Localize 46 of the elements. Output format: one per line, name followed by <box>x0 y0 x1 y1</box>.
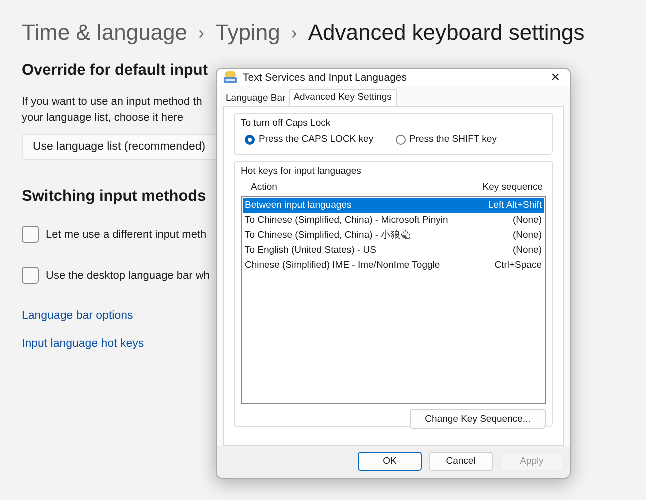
breadcrumb-separator: › <box>198 22 205 44</box>
breadcrumb-item[interactable]: Typing <box>216 20 280 46</box>
action-text: To English (United States) - US <box>245 245 376 256</box>
change-key-sequence-button[interactable]: Change Key Sequence... <box>410 409 546 429</box>
column-header: Key sequence <box>482 182 543 193</box>
breadcrumb-item: Advanced keyboard settings <box>308 20 585 46</box>
key-sequence-text: (None) <box>512 215 542 226</box>
dialog-button[interactable]: OK <box>358 452 422 471</box>
action-text: Chinese (Simplified) IME - Ime/NonIme Toggle <box>245 260 440 271</box>
key-sequence-text: (None) <box>512 245 542 256</box>
settings-link[interactable]: Input language hot keys <box>22 338 144 350</box>
key-sequence-text: Ctrl+Space <box>494 260 542 271</box>
radio-label: Press the CAPS LOCK key <box>259 134 374 145</box>
key-sequence-text: Left Alt+Shift <box>488 200 542 211</box>
section-heading: Override for default input <box>22 62 210 80</box>
tab[interactable]: Advanced Key Settings <box>288 89 397 106</box>
breadcrumb-separator: › <box>291 22 298 44</box>
window-title: Text Services and Input Languages <box>243 72 408 84</box>
group-label: To turn off Caps Lock <box>241 118 332 129</box>
hotkey-row[interactable]: To English (United States) - US (None) <box>243 243 544 258</box>
hotkey-row[interactable]: Chinese (Simplified) IME - Ime/NonIme Toggle Ctrl+Space <box>243 258 544 273</box>
dialog-button[interactable]: Cancel <box>429 452 493 471</box>
breadcrumb-item[interactable]: Time & language <box>22 20 188 46</box>
action-text: To Chinese (Simplified, China) - Microsoft Pinyin <box>245 215 448 226</box>
tab[interactable]: Language Bar <box>223 91 289 106</box>
action-text: To Chinese (Simplified, China) - 小狼毫 <box>245 230 412 241</box>
hotkey-row[interactable]: Between input languages Left Alt+Shift <box>243 198 544 213</box>
action-text: Between input languages <box>245 200 352 211</box>
description-text: If you want to use an input method th <box>22 95 204 110</box>
checkbox-label: Let me use a different input meth <box>46 228 207 240</box>
close-button[interactable]: × <box>547 69 564 86</box>
column-header: Action <box>251 182 278 193</box>
radio-button[interactable] <box>396 134 406 144</box>
key-sequence-text: (None) <box>512 230 542 241</box>
checkbox[interactable] <box>22 267 39 284</box>
radio-label: Press the SHIFT key <box>410 134 497 145</box>
description-text: your language list, choose it here <box>22 111 184 126</box>
checkbox-label: Use the desktop language bar wh <box>46 270 210 282</box>
hotkey-row[interactable]: To Chinese (Simplified, China) - 小狼毫 (None) <box>243 228 544 243</box>
section-heading: Switching input methods <box>22 188 208 206</box>
settings-link[interactable]: Language bar options <box>22 310 134 322</box>
checkbox[interactable] <box>22 226 39 243</box>
radio-button[interactable] <box>245 134 255 144</box>
keyboard-icon <box>223 70 238 85</box>
group-label: Hot keys for input languages <box>241 166 362 177</box>
hotkey-row[interactable]: To Chinese (Simplified, China) - Microsoft Pinyin (None) <box>243 213 544 228</box>
